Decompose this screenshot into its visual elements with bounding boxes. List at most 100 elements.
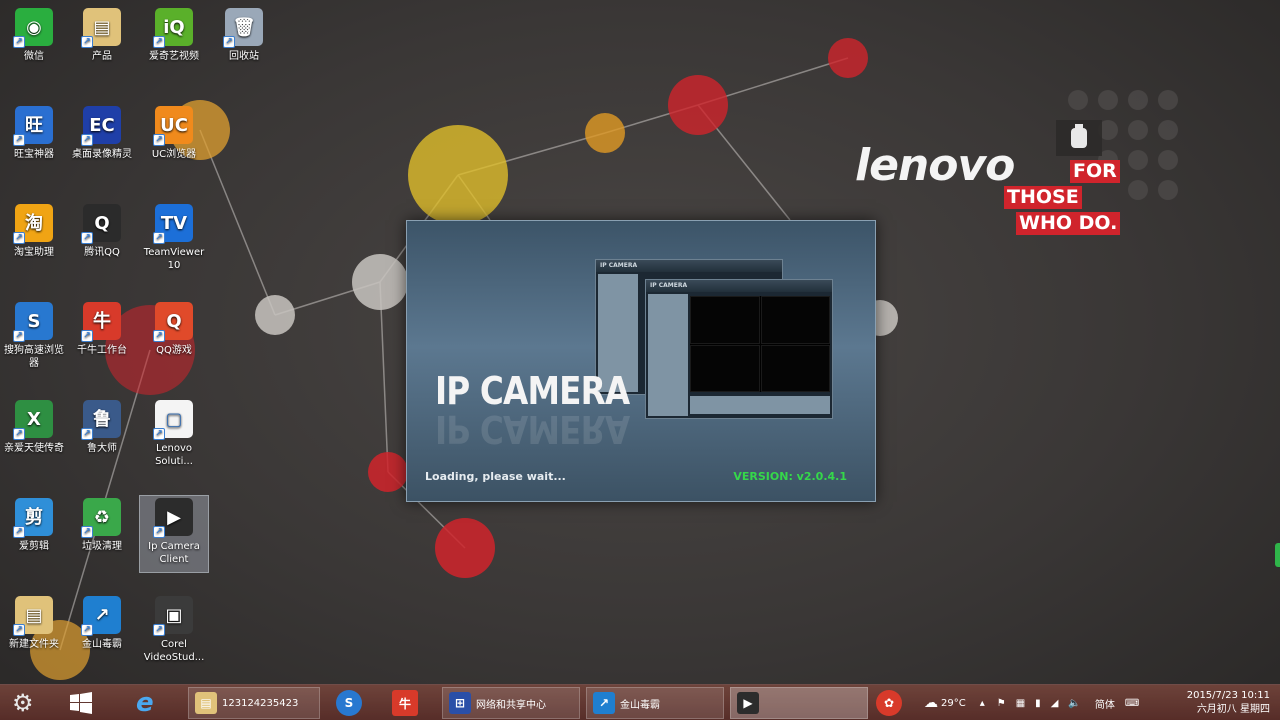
qianniu-pinned-button[interactable]: 牛 [386, 687, 430, 719]
preview-window-front-title: IP CAMERA [646, 280, 832, 292]
taskbar: ⚙ e ▤ 123124235423 S 牛 ⊞ 网络和共享中心 ↗ 金山毒霸 … [0, 684, 1280, 720]
taskbar-item-network[interactable]: ⊞ 网络和共享中心 [442, 687, 580, 719]
desktop-icon[interactable]: Q ↗ 腾讯QQ [68, 202, 136, 278]
ie-pinned-button[interactable]: e [128, 687, 172, 719]
app-icon: 牛 ↗ [81, 302, 121, 342]
desktop-icon[interactable]: ▤ ↗ 新建文件夹 [0, 594, 68, 670]
desktop-icon[interactable]: 淘 ↗ 淘宝助理 [0, 202, 68, 278]
desktop-icon[interactable]: 旺 ↗ 旺宝神器 [0, 104, 68, 180]
clock-date: 六月初八 星期四 [1196, 704, 1270, 715]
shortcut-arrow-icon: ↗ [13, 330, 25, 342]
shortcut-arrow-icon: ↗ [13, 526, 25, 538]
system-tray: ✿ ☁ 29°C ▴ ⚑ ▦ ▮ ◢ 🔈 简体 ⌨ [876, 685, 1139, 720]
desktop-icon[interactable]: UC ↗ UC浏览器 [140, 104, 208, 180]
desktop-icon[interactable]: ▶ ↗ Ip Camera Client [139, 495, 209, 573]
desktop-icon[interactable]: Q ↗ QQ游戏 [140, 300, 208, 376]
shortcut-arrow-icon: ↗ [153, 526, 165, 538]
desktop-icon[interactable]: EC ↗ 桌面录像精灵 [68, 104, 136, 180]
tray-expand-icon[interactable]: ▴ [980, 698, 985, 709]
desktop-icon-label: 爱剪辑 [19, 541, 49, 552]
app-icon: X ↗ [13, 400, 53, 440]
shortcut-arrow-icon: ↗ [13, 36, 25, 48]
app-icon: Q ↗ [81, 204, 121, 244]
desktop-icon-label: 爱奇艺视频 [149, 51, 199, 62]
desktop-icon-label: 金山毒霸 [82, 639, 122, 650]
desktop-icon[interactable]: ◉ ↗ 微信 [0, 6, 68, 82]
app-icon: ▤ ↗ [13, 596, 53, 636]
tagline-line-1: FOR [1070, 160, 1120, 183]
loading-text: Loading, please wait... [425, 470, 566, 483]
windows-start-icon [70, 692, 92, 714]
shortcut-arrow-icon: ↗ [13, 134, 25, 146]
taskbar-item-duba-label: 金山毒霸 [620, 699, 660, 711]
desktop-icon[interactable]: iQ ↗ 爱奇艺视频 [140, 6, 208, 82]
shortcut-arrow-icon: ↗ [153, 232, 165, 244]
desktop-icon[interactable]: TV ↗ TeamViewer 10 [140, 202, 208, 278]
battery-icon[interactable]: ▮ [1035, 698, 1041, 709]
weather-icon[interactable]: ☁ [924, 695, 938, 711]
desktop-icon[interactable]: ▢ ↗ Lenovo Soluti... [140, 398, 208, 474]
tagline-line-3: WHO DO. [1016, 212, 1121, 235]
gear-icon: ⚙ [12, 689, 34, 717]
app-icon: S ↗ [13, 302, 53, 342]
taskbar-item-duba[interactable]: ↗ 金山毒霸 [586, 687, 724, 719]
clock[interactable]: 2015/7/23 10:11 六月初八 星期四 [1187, 689, 1270, 717]
shortcut-arrow-icon: ↗ [13, 624, 25, 636]
app-icon: 淘 ↗ [13, 204, 53, 244]
ip-camera-splash-window[interactable]: IP CAMERA IP CAMERA IP CAMERA IP CAMERA … [406, 220, 876, 502]
desktop-icon[interactable]: 牛 ↗ 千牛工作台 [68, 300, 136, 376]
shortcut-arrow-icon: ↗ [153, 330, 165, 342]
shortcut-arrow-icon: ↗ [81, 428, 93, 440]
input-method-indicator[interactable]: 简体 [1095, 696, 1115, 711]
taskbar-item-ip-camera[interactable]: ▶ [730, 687, 868, 719]
preview-window-front: IP CAMERA [645, 279, 833, 419]
desktop-icon[interactable]: ▣ ↗ Corel VideoStud... [140, 594, 208, 670]
sogou-browser-icon: S [336, 690, 362, 716]
preview-sidebar-front [648, 294, 688, 416]
desktop-icon-label: 搜狗高速浏览器 [4, 345, 64, 369]
app-icon: ▶ ↗ [153, 498, 193, 538]
desktop-icon[interactable]: S ↗ 搜狗高速浏览器 [0, 300, 68, 376]
desktop-icon[interactable]: X ↗ 亲爱天使传奇 [0, 398, 68, 474]
network-tray-icon[interactable]: ▦ [1016, 698, 1025, 709]
flag-icon[interactable]: ⚑ [997, 698, 1006, 709]
keyboard-icon[interactable]: ⌨ [1125, 698, 1139, 709]
settings-button[interactable]: ⚙ [8, 687, 48, 719]
desktop-icon[interactable]: 鲁 ↗ 鲁大师 [68, 398, 136, 474]
app-icon: ▣ ↗ [153, 596, 193, 636]
shortcut-arrow-icon: ↗ [81, 36, 93, 48]
preview-window-back-title: IP CAMERA [596, 260, 782, 272]
desktop-icon[interactable]: ↗ ↗ 金山毒霸 [68, 594, 136, 670]
desktop-icon-label: 新建文件夹 [9, 639, 59, 650]
taskbar-item-network-label: 网络和共享中心 [476, 699, 546, 711]
start-button[interactable] [62, 687, 102, 719]
desktop-icon-label: TeamViewer 10 [143, 247, 205, 271]
desktop-icon[interactable]: ▤ ↗ 产品 [68, 6, 136, 82]
shield-icon: ↗ [593, 692, 615, 714]
desktop-icon-label: 亲爱天使传奇 [4, 443, 64, 454]
shortcut-arrow-icon: ↗ [81, 526, 93, 538]
desktop-icon[interactable]: 🗑 ↗ 回收站 [210, 6, 278, 82]
sogou-pinned-button[interactable]: S [330, 687, 374, 719]
preview-controls [690, 396, 830, 414]
desktop-icon[interactable]: 剪 ↗ 爱剪辑 [0, 496, 68, 572]
volume-icon[interactable]: 🔈 [1068, 698, 1080, 709]
network-icon: ⊞ [449, 692, 471, 714]
app-icon: 鲁 ↗ [81, 400, 121, 440]
edge-handle[interactable] [1275, 543, 1280, 567]
app-icon: EC ↗ [81, 106, 121, 146]
clock-time: 2015/7/23 10:11 [1186, 690, 1270, 701]
signal-icon[interactable]: ◢ [1051, 698, 1059, 709]
desktop-icon-label: 淘宝助理 [14, 247, 54, 258]
shortcut-arrow-icon: ↗ [81, 624, 93, 636]
taskbar-item-folder[interactable]: ▤ 123124235423 [188, 687, 320, 719]
desktop-icon[interactable]: ♻ ↗ 垃圾清理 [68, 496, 136, 572]
desktop-icon-label: Ip Camera Client [148, 541, 200, 565]
shortcut-arrow-icon: ↗ [153, 428, 165, 440]
weather-temp[interactable]: 29°C [941, 698, 966, 709]
app-icon: ◉ ↗ [13, 8, 53, 48]
app-icon: ↗ ↗ [81, 596, 121, 636]
folder-icon: ▤ [195, 692, 217, 714]
tray-app-icon[interactable]: ✿ [876, 690, 902, 716]
app-icon: ▢ ↗ [153, 400, 193, 440]
